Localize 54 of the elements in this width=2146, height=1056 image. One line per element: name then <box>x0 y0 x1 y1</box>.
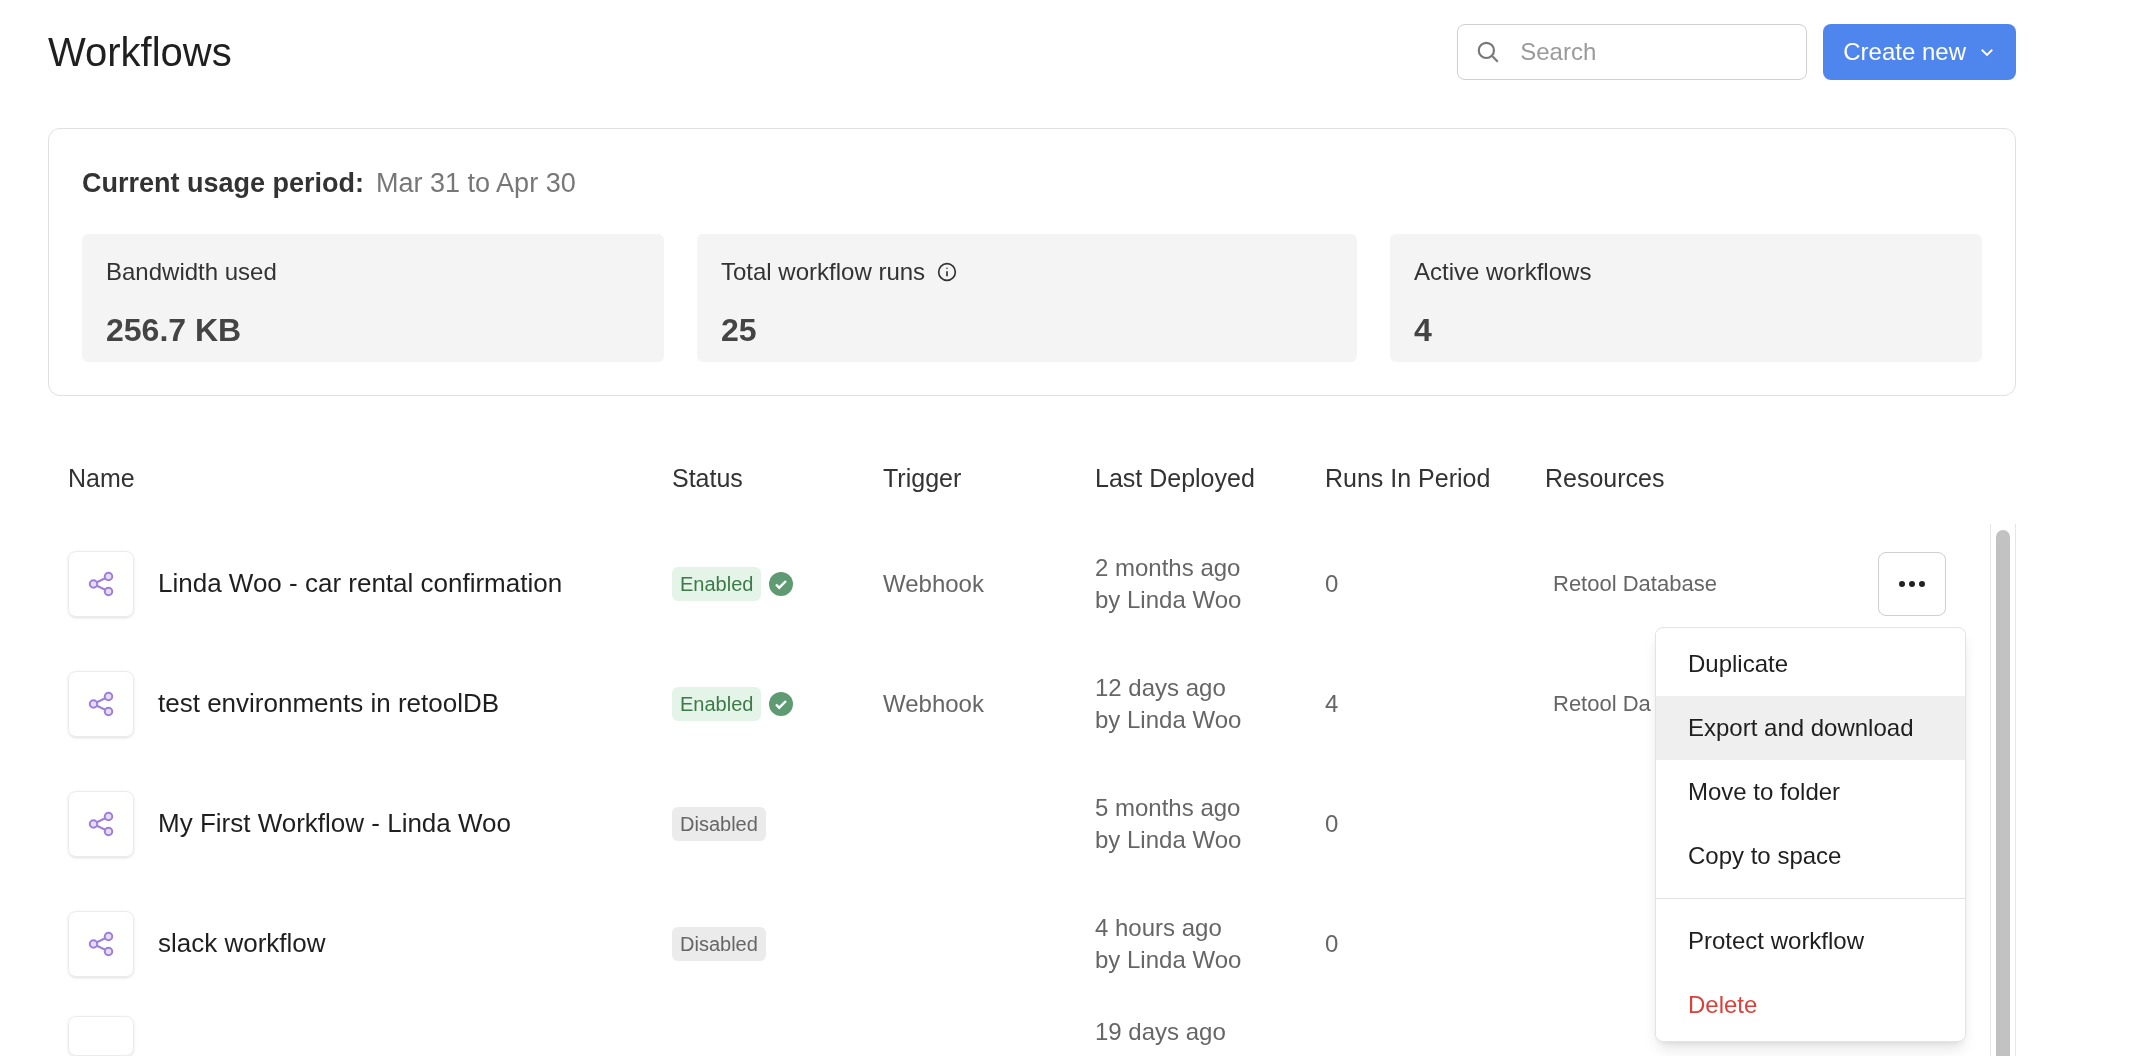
menu-item[interactable]: Move to folder <box>1656 759 1965 824</box>
stat-label: Bandwidth used <box>106 256 277 287</box>
runs-count: 4 <box>1325 689 1339 717</box>
menu-item[interactable]: Export and download <box>1656 695 1965 760</box>
status-badge: Enabled <box>672 566 762 601</box>
usage-label: Current usage period: <box>82 167 365 200</box>
deployed-time: 5 months ago <box>1095 792 1242 823</box>
deployed-time: 12 days ago <box>1095 672 1227 703</box>
runs-count: 0 <box>1325 809 1339 837</box>
column-header: Trigger <box>883 462 963 494</box>
check-icon <box>769 691 794 716</box>
status-badge: Disabled <box>672 806 766 841</box>
menu-item[interactable]: Protect workflow <box>1656 908 1965 973</box>
deployed-time: 19 days ago <box>1095 1016 1227 1047</box>
runs-count: 0 <box>1325 929 1339 957</box>
column-header: Resources <box>1545 462 1666 494</box>
trigger-text: Webhook <box>883 569 984 597</box>
deployed-by: by Linda Woo <box>1095 584 1243 615</box>
menu-item[interactable]: Copy to space <box>1656 823 1965 888</box>
workflow-name[interactable]: Linda Woo - car rental confirmation <box>158 567 598 600</box>
resource-text: Retool Da <box>1553 691 1651 716</box>
search-field[interactable]: Search <box>1457 24 1808 80</box>
column-header: Runs In Period <box>1325 462 1492 494</box>
stat-value: 4 <box>1414 310 1433 350</box>
stat-label: Total workflow runs <box>721 256 926 287</box>
workflow-name[interactable]: test environments in retoolDB <box>158 687 598 720</box>
resource-text: Retool Database <box>1553 571 1717 596</box>
runs-count: 0 <box>1325 569 1339 597</box>
create-new-button[interactable]: Create new <box>1823 24 2016 80</box>
workflow-name[interactable]: My First Workflow - Linda Woo <box>158 807 598 840</box>
stat-value: 25 <box>721 310 758 350</box>
deployed-by: by Linda Woo <box>1095 944 1243 975</box>
more-options-button[interactable] <box>1878 551 1946 616</box>
menu-item[interactable]: Delete <box>1656 972 1965 1037</box>
check-icon <box>769 571 794 596</box>
column-header: Status <box>672 462 744 494</box>
deployed-time: 2 months ago <box>1095 552 1242 583</box>
workflow-name[interactable]: slack workflow <box>158 927 598 960</box>
info-icon <box>937 261 958 282</box>
stat-label: Active workflows <box>1414 256 1592 287</box>
deployed-by: by Linda Woo <box>1095 704 1243 735</box>
deployed-time: 4 hours ago <box>1095 912 1223 943</box>
usage-period: Mar 31 to Apr 30 <box>376 167 576 200</box>
status-badge: Enabled <box>672 686 762 721</box>
deployed-by: by Linda Woo <box>1095 824 1243 855</box>
menu-item[interactable]: Duplicate <box>1656 631 1965 696</box>
ellipsis-icon <box>1898 579 1926 588</box>
column-header: Name <box>68 462 136 494</box>
scrollbar[interactable] <box>1990 523 2016 1056</box>
page-title: Workflows <box>48 29 232 76</box>
column-header: Last Deployed <box>1095 462 1256 494</box>
status-badge: Disabled <box>672 926 766 961</box>
trigger-text: Webhook <box>883 689 984 717</box>
stat-value: 256.7 KB <box>106 310 243 350</box>
